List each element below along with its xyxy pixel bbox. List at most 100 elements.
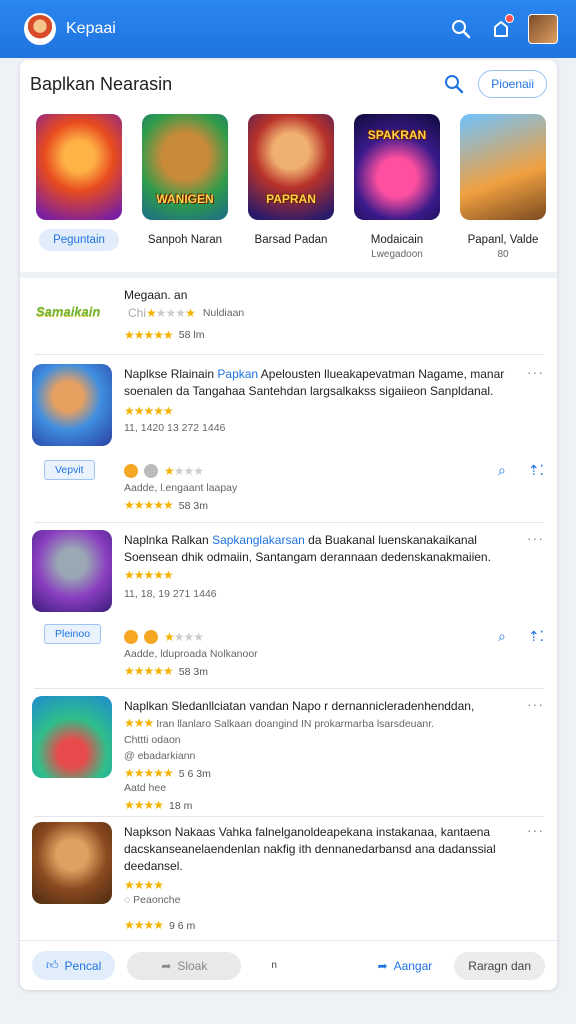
post-rating: ★★★★ 9 6 m (124, 918, 196, 932)
game-thumbnail-caption: PAPRAN (266, 192, 316, 206)
reaction-note: Aadde, l.engaant laapay (124, 482, 238, 494)
game-label: Modaicain (370, 234, 424, 246)
row-divider (34, 816, 544, 817)
section-filter-button[interactable]: Pioenaii (478, 70, 547, 98)
bottom-action-bar: 👍︎ Pencal ➦ Sloak n ➦ Aangar Raragn dan (20, 940, 557, 990)
post-rating: ★★★★ 18 m (124, 798, 193, 812)
post-rating: ★★★★★ 5 6 3m (124, 766, 211, 780)
more-options-icon[interactable]: ··· (527, 696, 544, 712)
row-divider (34, 354, 544, 355)
game-label: Peguntain (39, 229, 119, 251)
post-stars: ★★★★★ (124, 568, 174, 582)
featured-games-strip: Peguntain WANIGEN Sanpoh Naran PAPRAN Ba… (26, 114, 556, 270)
post-line: Chttti odaon (124, 734, 181, 746)
like-button[interactable]: 👍︎ Pencal (32, 951, 116, 980)
section-header: Baplkan Nearasin Pioenaii (20, 60, 557, 108)
more-options-icon[interactable]: ··· (527, 822, 544, 838)
post-stars: ★★★★ (124, 878, 164, 892)
game-sublabel: 80 (497, 249, 509, 260)
post-date: 11, 1420 13 272 1446 (124, 422, 226, 434)
reaction-row: ★★★★ (124, 630, 204, 644)
post-body: Naplkse Rlainain Papkan Apelousten lluea… (124, 367, 505, 398)
section-title: Baplkan Nearasin (30, 73, 173, 94)
promo-logo: Samaikain (36, 304, 101, 319)
post-tag-button[interactable]: Pleinoo (44, 624, 102, 644)
game-sublabel: Lwegadoon (371, 249, 423, 260)
post-thumbnail (32, 530, 112, 612)
notification-badge (505, 14, 514, 23)
share-arrow-icon: ➦ (161, 958, 172, 973)
profile-avatar[interactable] (24, 13, 56, 45)
row-divider (34, 688, 544, 689)
list-item[interactable]: Napkson Nakaas Vahka falnelganoldeapekan… (32, 822, 544, 938)
share-button[interactable]: ➦ Sloak (127, 951, 242, 980)
share-icon[interactable]: ⇡⁚ (528, 462, 544, 479)
game-thumbnail: WANIGEN (142, 114, 228, 220)
list-item[interactable]: Naplkan Sledanllciatan vandan Napo r der… (32, 696, 544, 816)
reaction-icon[interactable] (144, 464, 158, 478)
list-item[interactable]: Naplkse Rlainain Papkan Apelousten lluea… (32, 364, 544, 520)
post-actions: ⌕ ⇡⁚ (476, 462, 544, 479)
post-thumbnail (32, 822, 112, 904)
more-options-icon[interactable]: ··· (527, 364, 544, 380)
post-line: @ ebadarkiann (124, 750, 196, 762)
promo-rating: ★★★★★ 58 lm (124, 328, 205, 342)
more-options-icon[interactable]: ··· (527, 530, 544, 546)
comment-icon[interactable]: ⌕ (498, 628, 506, 645)
section-search-icon[interactable] (440, 70, 468, 98)
reaction-icon[interactable] (124, 464, 138, 478)
register-button[interactable]: Raragn dan (454, 951, 545, 980)
post-tag-button[interactable]: Vepvit (44, 460, 95, 480)
promo-row[interactable]: Samaikain Megaan. an Chi ★★★★★ Nuldiaan … (32, 286, 542, 352)
promo-subtitle: Chi ★★★★★ Nuldiaan (128, 306, 245, 320)
post-body: Naplnka Ralkan Sapkanglakarsan da Buakan… (124, 533, 491, 564)
reaction-icon[interactable] (124, 630, 138, 644)
game-label: Barsad Padan (254, 234, 328, 246)
game-thumbnail: SPAKRAN (354, 114, 440, 220)
bottom-separator: n (271, 960, 277, 971)
post-body: Naplkan Sledanllciatan vandan Napo r der… (124, 699, 475, 713)
reaction-icon[interactable] (144, 630, 158, 644)
post-thumbnail (32, 696, 112, 778)
reaction-row: ★★★★ (124, 464, 204, 478)
post-line: ★★★ Iran llanlaro Salkaan doangind IN pr… (124, 716, 435, 730)
game-thumbnail-caption: WANIGEN (156, 192, 214, 206)
post-body: Napkson Nakaas Vahka falnelganoldeapekan… (124, 825, 496, 873)
post-thumbnail (32, 364, 112, 446)
reaction-note: Aadde, lduproada Nolkanoor (124, 648, 258, 660)
featured-game-card[interactable]: Papanl, Valde 80 (450, 114, 556, 270)
row-divider (34, 522, 544, 523)
game-thumbnail: PAPRAN (248, 114, 334, 220)
thumbs-up-icon: 👍︎ (46, 958, 59, 972)
post-actions: ⌕ ⇡⁚ (476, 628, 544, 645)
section-divider (20, 272, 557, 278)
notification-icon[interactable] (486, 14, 516, 44)
comment-icon[interactable]: ⌕ (498, 462, 506, 479)
promo-title: Megaan. an (124, 288, 188, 302)
list-item[interactable]: Naplnka Ralkan Sapkanglakarsan da Buakan… (32, 530, 544, 686)
featured-game-card[interactable]: Peguntain (26, 114, 132, 270)
app-title: Kepaai (66, 20, 116, 37)
user-avatar[interactable] (528, 14, 558, 44)
post-date: 11, 18, 19 271 1446 (124, 588, 217, 600)
featured-game-card[interactable]: SPAKRAN Modaicain Lwegadoon (344, 114, 450, 270)
forward-button[interactable]: ➦ Aangar (364, 952, 447, 980)
post-rating: ★★★★★ 58 3m (124, 498, 208, 512)
game-label: Sanpoh Naran (147, 234, 223, 246)
featured-game-card[interactable]: PAPRAN Barsad Padan (238, 114, 344, 270)
featured-game-card[interactable]: WANIGEN Sanpoh Naran (132, 114, 238, 270)
main-card: Baplkan Nearasin Pioenaii Peguntain WANI… (20, 60, 557, 990)
game-thumbnail (460, 114, 546, 220)
game-thumbnail-caption: SPAKRAN (367, 128, 427, 142)
rating-stars: ★★★★★ (124, 328, 174, 342)
post-stars: ★★★★★ (124, 404, 174, 418)
game-thumbnail (36, 114, 122, 220)
post-note: Aatd hee (124, 782, 167, 794)
game-label: Papanl, Valde (467, 234, 539, 246)
promo-stars: ★★★★★ (146, 306, 196, 320)
post-note: ◌ Peaonche (124, 894, 181, 906)
post-rating: ★★★★★ 58 3m (124, 664, 208, 678)
search-icon[interactable] (446, 14, 476, 44)
share-icon[interactable]: ⇡⁚ (528, 628, 544, 645)
forward-arrow-icon: ➦ (377, 958, 388, 973)
